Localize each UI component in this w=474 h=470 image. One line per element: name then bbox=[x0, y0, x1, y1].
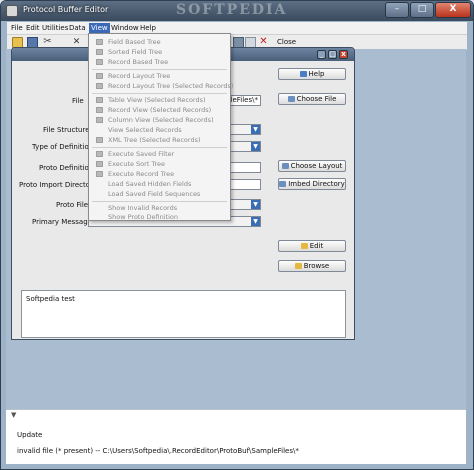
status-panel: ▼ Update invalid file (* present) -- C:\… bbox=[6, 409, 466, 464]
menu-item-execute-saved-filter[interactable]: Execute Saved Filter bbox=[89, 149, 230, 159]
chevron-down-icon: ▼ bbox=[251, 217, 260, 226]
menu-item-load-saved-hidden-fields[interactable]: Load Saved Hidden Fields bbox=[89, 179, 230, 189]
tree-icon bbox=[96, 59, 103, 65]
column-icon bbox=[96, 117, 103, 123]
menu-file[interactable]: File bbox=[9, 23, 25, 34]
menu-item-table-view[interactable]: Table View (Selected Records) bbox=[89, 95, 230, 105]
menu-item-record-layout-tree[interactable]: Record Layout Tree bbox=[89, 71, 230, 81]
type-of-definition-label: Type of Definition bbox=[32, 143, 94, 151]
dialog-maximize-button[interactable]: □ bbox=[328, 50, 337, 59]
folder-icon bbox=[294, 263, 302, 269]
notes-textarea[interactable]: Softpedia test bbox=[21, 290, 346, 338]
dialog-minimize-button[interactable]: _ bbox=[317, 50, 326, 59]
record-icon bbox=[96, 107, 103, 113]
menu-item-record-view[interactable]: Record View (Selected Records) bbox=[89, 105, 230, 115]
choose-file-button[interactable]: Choose File bbox=[278, 93, 346, 105]
menu-separator bbox=[92, 69, 227, 70]
table-icon bbox=[96, 97, 103, 103]
toolbar-close-label[interactable]: Close bbox=[277, 38, 296, 46]
menu-item-sorted-field-tree[interactable]: Sorted Field Tree bbox=[89, 47, 230, 57]
chevron-down-icon: ▼ bbox=[251, 125, 260, 134]
menu-item-column-view[interactable]: Column View (Selected Records) bbox=[89, 115, 230, 125]
file-icon bbox=[287, 96, 295, 102]
menu-item-record-layout-tree-selected[interactable]: Record Layout Tree (Selected Records) bbox=[89, 81, 233, 91]
view-menu-dropdown: Field Based Tree Sorted Field Tree Recor… bbox=[88, 33, 233, 222]
choose-layout-button[interactable]: Choose Layout bbox=[278, 160, 346, 172]
status-line-message: invalid file (* present) -- C:\Users\Sof… bbox=[17, 447, 299, 455]
tree-icon bbox=[96, 49, 103, 55]
proto-definition-label: Proto Definition bbox=[39, 164, 94, 172]
window-titlebar[interactable]: Protocol Buffer Editor SOFTPEDIA – □ X bbox=[1, 1, 473, 21]
proto-import-directory-label: Proto Import Directory bbox=[19, 181, 98, 189]
proto-file-label: Proto File bbox=[56, 201, 89, 209]
tree-icon bbox=[96, 171, 103, 177]
menu-separator bbox=[92, 93, 227, 94]
browse-button[interactable]: Browse bbox=[278, 260, 346, 272]
xml-icon bbox=[96, 137, 103, 143]
chevron-down-icon[interactable]: ▼ bbox=[11, 411, 16, 419]
chevron-down-icon: ▼ bbox=[251, 142, 260, 151]
menu-item-load-saved-field-sequences[interactable]: Load Saved Field Sequences bbox=[89, 189, 230, 199]
menu-item-field-based-tree[interactable]: Field Based Tree bbox=[89, 37, 230, 47]
window-minimize-button[interactable]: – bbox=[385, 2, 409, 18]
menu-separator bbox=[92, 201, 227, 202]
filter-icon bbox=[96, 151, 103, 157]
window-close-button[interactable]: X bbox=[435, 2, 471, 18]
imbed-directory-button[interactable]: Imbed Directory bbox=[278, 178, 346, 190]
menu-separator bbox=[92, 147, 227, 148]
menubar: File Edit Utilities Data View Window Hel… bbox=[7, 22, 467, 35]
directory-icon bbox=[279, 181, 287, 187]
file-label: File bbox=[72, 97, 84, 105]
softpedia-watermark: SOFTPEDIA bbox=[176, 2, 288, 18]
menu-item-record-based-tree[interactable]: Record Based Tree bbox=[89, 57, 230, 67]
tree-icon bbox=[96, 73, 103, 79]
help-icon bbox=[299, 71, 307, 77]
folder-icon bbox=[300, 243, 308, 249]
primary-message-label: Primary Message bbox=[32, 218, 92, 226]
dialog-close-button[interactable]: x bbox=[339, 50, 348, 59]
status-line-update: Update bbox=[17, 431, 43, 439]
chevron-down-icon: ▼ bbox=[251, 200, 260, 209]
window-title: Protocol Buffer Editor bbox=[23, 5, 109, 14]
menu-item-xml-tree[interactable]: XML Tree (Selected Records) bbox=[89, 135, 230, 145]
sort-icon bbox=[96, 161, 103, 167]
window-maximize-button[interactable]: □ bbox=[410, 2, 434, 18]
menu-utilities[interactable]: Utilities bbox=[40, 23, 70, 34]
layout-icon bbox=[281, 163, 289, 169]
menu-item-show-proto-definition[interactable]: Show Proto Definition bbox=[89, 212, 230, 222]
help-button[interactable]: Help bbox=[278, 68, 346, 80]
menu-item-execute-sort-tree[interactable]: Execute Sort Tree bbox=[89, 159, 230, 169]
edit-button[interactable]: Edit bbox=[278, 240, 346, 252]
app-icon bbox=[6, 5, 18, 17]
file-structure-label: File Structure bbox=[43, 126, 90, 134]
menu-item-execute-record-tree[interactable]: Execute Record Tree bbox=[89, 169, 230, 179]
menu-data[interactable]: Data bbox=[67, 23, 88, 34]
menu-edit[interactable]: Edit bbox=[24, 23, 42, 34]
menu-item-view-selected-records[interactable]: View Selected Records bbox=[89, 125, 230, 135]
tree-icon bbox=[96, 39, 103, 45]
tree-icon bbox=[96, 83, 103, 89]
